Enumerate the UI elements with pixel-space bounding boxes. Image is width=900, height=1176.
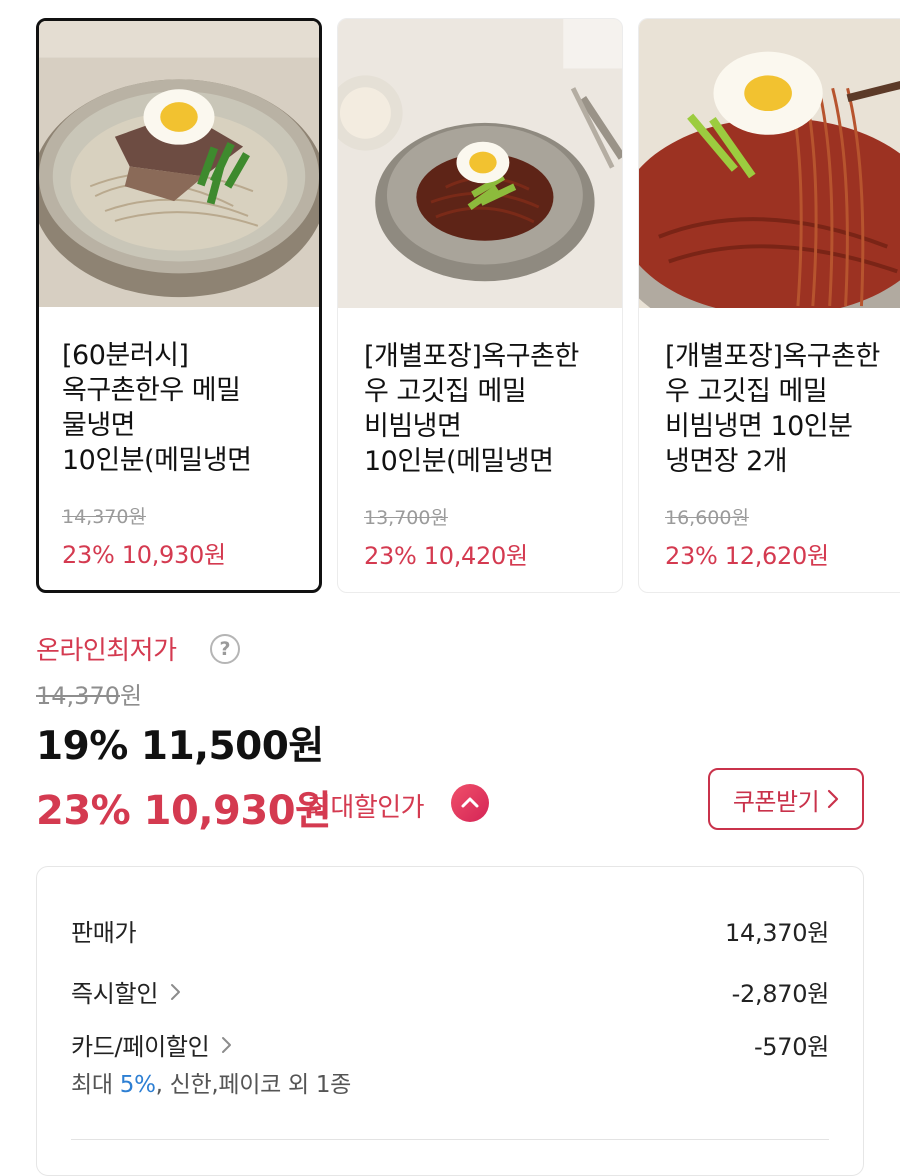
question-circle-icon[interactable]: ? <box>210 634 240 664</box>
product-name: [개별포장]옥구촌한 우 고깃집 메밀 비빔냉면 10인분(메밀냉면 <box>364 341 579 477</box>
original-price: 14,370원 <box>36 676 142 711</box>
original-price: 13,700원 <box>364 507 448 529</box>
product-card[interactable]: [개별포장]옥구촌한 우 고깃집 메밀 비빔냉면 10인분 냉면장 2개 16,… <box>638 18 900 593</box>
breakdown-value: -570원 <box>753 1033 829 1061</box>
breakdown-value: 14,370원 <box>725 919 829 947</box>
price-breakdown: 판매가 14,370원 즉시할인 -2,870원 카드/페이할인 -570원 최… <box>36 866 864 1176</box>
max-discount-price: 23% 10,930원 <box>36 788 332 834</box>
product-name: [개별포장]옥구촌한 우 고깃집 메밀 비빔냉면 10인분 냉면장 2개 <box>665 341 880 477</box>
chevron-right-icon <box>828 789 839 809</box>
breakdown-value: -2,870원 <box>731 980 830 1008</box>
breakdown-label: 판매가 <box>71 919 137 947</box>
original-price: 16,600원 <box>665 507 749 529</box>
product-card[interactable]: [개별포장]옥구촌한 우 고깃집 메밀 비빔냉면 10인분(메밀냉면 13,70… <box>337 18 623 593</box>
chevron-right-icon <box>222 1036 232 1053</box>
original-price: 14,370원 <box>62 506 146 528</box>
chevron-right-icon <box>171 983 181 1000</box>
sale-price: 23% 12,620원 <box>665 542 829 570</box>
discount-rate: 5% <box>119 1072 156 1098</box>
coupon-button-label: 쿠폰받기 <box>732 787 820 816</box>
original-price-number: 14,370 <box>36 682 120 710</box>
product-card[interactable]: [60분러시] 옥구촌한우 메밀 물냉면 10인분(메밀냉면 14,370원 2… <box>36 18 322 593</box>
breakdown-label: 카드/페이할인 <box>71 1033 210 1061</box>
get-coupon-button[interactable]: 쿠폰받기 <box>708 768 864 830</box>
current-price: 19% 11,500원 <box>36 724 324 769</box>
product-image-bibim-naengmyeon <box>338 19 622 308</box>
original-price-unit: 원 <box>119 682 143 710</box>
max-discount-label: 최대할인가 <box>307 793 425 823</box>
sale-price: 23% 10,420원 <box>364 542 528 570</box>
product-image-bibim-naengmyeon-sauce <box>639 19 900 308</box>
online-lowest-price-label: 온라인최저가 <box>36 636 177 666</box>
sale-price: 23% 10,930원 <box>62 541 226 569</box>
breakdown-label: 즉시할인 <box>71 980 159 1008</box>
divider <box>71 1139 829 1140</box>
product-name: [60분러시] 옥구촌한우 메밀 물냉면 10인분(메밀냉면 <box>62 340 252 476</box>
product-image-mul-naengmyeon <box>39 21 319 307</box>
product-carousel[interactable]: [60분러시] 옥구촌한우 메밀 물냉면 10인분(메밀냉면 14,370원 2… <box>0 0 900 600</box>
card-discount-note: 최대 5%, 신한,페이코 외 1종 <box>71 1072 352 1098</box>
chevron-up-icon[interactable] <box>451 784 489 822</box>
